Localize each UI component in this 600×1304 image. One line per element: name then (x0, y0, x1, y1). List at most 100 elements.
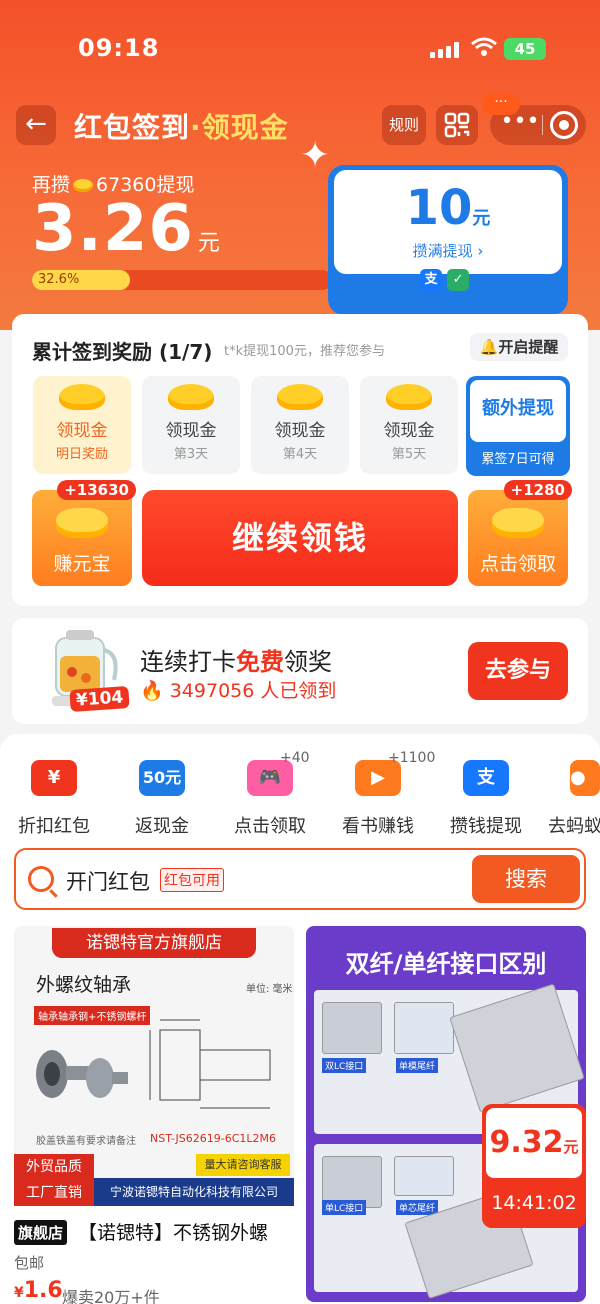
tool-item[interactable]: ¥ 折扣红包 (0, 756, 108, 838)
dual-lc-label: 双LC接口 (322, 1058, 367, 1073)
sparkle-icon: ✦ (300, 135, 331, 176)
red-packet-icon: ¥ (31, 760, 77, 796)
image-material: 轴承轴承钢+不锈钢螺杆 (34, 1006, 151, 1025)
claim-badge: +1280 (503, 480, 572, 500)
tool-item[interactable]: ▶ +1100 看书赚钱 (324, 750, 435, 838)
product-title[interactable]: 【诺锶特】不锈钢外螺 (78, 1218, 268, 1245)
signin-title: 累计签到奖励 (1/7) (32, 340, 213, 364)
more-badge: ··· (482, 93, 520, 115)
flash-price-value: 9.32 (489, 1125, 564, 1160)
claim-button[interactable]: +1280 点击领取 (468, 480, 572, 586)
tool-label: 去蚂蚁 (548, 816, 600, 837)
continue-button[interactable]: 继续领钱 (142, 490, 458, 586)
image-code: NST-JS62619-6C1L2M6 (150, 1132, 276, 1145)
store-banner: 诺锶特官方旗舰店 (52, 928, 256, 958)
cashback-icon: 50元 (139, 760, 185, 796)
day-name: 领现金 (165, 421, 217, 441)
promo-count-text: 3497056 人已领到 (169, 680, 337, 702)
promo-title: 连续打卡免费领奖 (140, 642, 332, 677)
tool-label: 返现金 (135, 816, 189, 837)
capsule-divider (542, 115, 543, 135)
tool-item[interactable]: 🎮 +40 点击领取 (216, 750, 324, 838)
status-bar: 09:18 45 (0, 0, 600, 96)
badge-quality: 外贸品质 (14, 1154, 94, 1180)
bell-icon: 🔔 (479, 338, 499, 356)
day-desc: 第3天 (173, 447, 209, 462)
tool-label: 看书赚钱 (342, 816, 414, 837)
tool-label: 攒钱提现 (450, 816, 522, 837)
ingot-icon (56, 508, 108, 538)
status-time: 09:18 (78, 34, 160, 62)
cellular-signal-icon (430, 42, 459, 58)
ant-forest-icon: ● (570, 760, 600, 796)
product-price: ¥1.6 (14, 1278, 63, 1303)
remind-button[interactable]: 🔔开启提醒 (470, 333, 568, 361)
back-button[interactable]: ← (16, 105, 56, 145)
balance-value: 3.26 (32, 192, 194, 266)
signin-day[interactable]: 领现金第3天 (142, 376, 240, 474)
sold-count: 爆卖20万+件 (62, 1288, 160, 1304)
image-note: 胶盖铁盖有要求请备注 (36, 1136, 136, 1147)
search-input[interactable]: 开门红包 (66, 866, 150, 896)
join-button[interactable]: 去参与 (468, 642, 568, 700)
goal-unit: 元 (472, 208, 491, 229)
image-title-2: 双纤/单纤接口区别 (345, 950, 547, 978)
search-button[interactable]: 搜索 (472, 855, 580, 903)
earn-ingot-button[interactable]: +13630 赚元宝 (32, 480, 136, 586)
progress-label: 32.6% (38, 272, 80, 287)
day-name: 领现金 (274, 421, 326, 441)
balance-unit: 元 (197, 231, 221, 256)
ingot-icon (277, 384, 323, 410)
flash-price: 9.32元 (486, 1108, 582, 1178)
tool-badge: +1100 (388, 750, 436, 766)
company-name: 宁波诺锶特自动化科技有限公司 (94, 1178, 294, 1206)
balance-amount: 3.26 元 (32, 192, 221, 266)
contact-note: 量大请咨询客服 (196, 1154, 290, 1176)
alipay-icon: 支 (463, 760, 509, 796)
flash-countdown: 14:41:02 (491, 1192, 577, 1214)
signin-day[interactable]: 领现金 明日奖励 (33, 376, 131, 474)
goal-value: 10 (405, 180, 473, 236)
ingot-icon (492, 508, 544, 538)
search-icon (28, 866, 58, 898)
search-tag: 红包可用 (160, 868, 224, 892)
promo-title-b: 免费 (236, 648, 284, 676)
tool-item[interactable]: 支 攒钱提现 (432, 756, 540, 838)
wechat-pay-icon: ✓ (447, 269, 470, 291)
rules-button[interactable]: 规则 (382, 105, 426, 145)
single-mode-label: 单模尾纤 (396, 1058, 439, 1073)
ingot-icon (59, 384, 105, 410)
badge-factory: 工厂直销 (14, 1180, 94, 1206)
tool-badge: +40 (280, 750, 310, 766)
single-lc-label: 单LC接口 (322, 1200, 367, 1215)
tool-item[interactable]: ● 去蚂蚁 (540, 756, 600, 838)
tool-item[interactable]: 50元 返现金 (108, 756, 216, 838)
connector-image (394, 1002, 454, 1054)
signin-day[interactable]: 领现金第4天 (251, 376, 349, 474)
title-sep: · (190, 111, 202, 144)
signin-day[interactable]: 领现金第5天 (360, 376, 458, 474)
qr-code-icon[interactable] (436, 105, 478, 145)
bearing-diagram (149, 1019, 271, 1109)
image-unit: 单位: 毫米 (246, 984, 293, 995)
watermark-text: 线报酷-new.xianbao.fun (342, 235, 548, 255)
day-desc: 第5天 (391, 447, 427, 462)
extra-withdraw-desc: 累签7日可得 (481, 452, 555, 467)
free-shipping: 包邮 (14, 1254, 45, 1272)
remind-label: 开启提醒 (498, 338, 559, 356)
close-target-icon[interactable] (550, 111, 578, 139)
gold-coin-icon (73, 179, 94, 192)
tool-label: 折扣红包 (18, 816, 90, 837)
day-desc: 第4天 (282, 447, 318, 462)
day-desc: 明日奖励 (55, 447, 108, 462)
battery-indicator: 45 (504, 38, 546, 60)
day-name: 领现金 (383, 421, 435, 441)
payment-icons: 支 ✓ (420, 268, 470, 291)
price-value: 1.6 (23, 1278, 63, 1303)
image-title: 外螺纹轴承 (36, 974, 132, 996)
goal-amount: 10元 (334, 180, 562, 236)
bearing-image (30, 1040, 130, 1106)
price-symbol: ¥ (14, 1285, 24, 1301)
promo-count: 🔥 3497056 人已领到 (140, 676, 336, 703)
page-title: 红包签到·领现金 (74, 106, 289, 146)
